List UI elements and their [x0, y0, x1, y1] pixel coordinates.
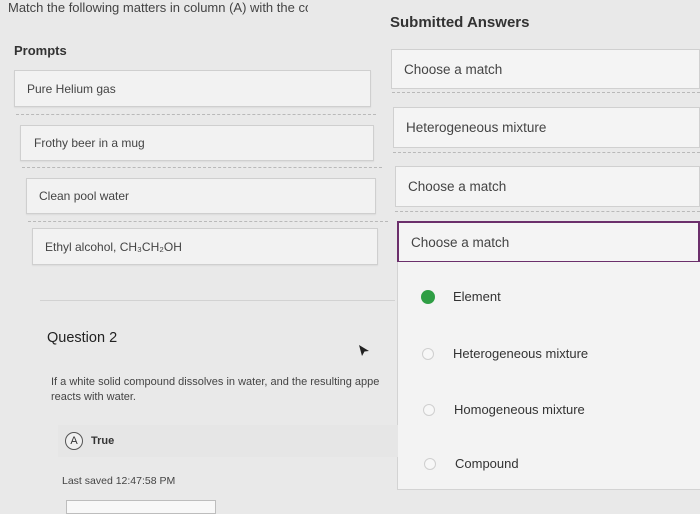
divider: [393, 152, 700, 153]
option-compound[interactable]: Compound: [455, 456, 519, 471]
prompt-label: Pure Helium gas: [27, 81, 116, 96]
prompt-label: Clean pool water: [39, 189, 130, 203]
divider: [392, 92, 700, 93]
prompt-pure-helium: Pure Helium gas: [14, 70, 371, 107]
radio-homogeneous-mixture[interactable]: [423, 404, 435, 416]
question-text: If a white solid compound dissolves in w…: [51, 376, 380, 403]
answer-select-1[interactable]: Choose a match: [391, 49, 700, 89]
prompt-clean-pool-water: Clean pool water: [26, 178, 376, 214]
answer-letter-badge: A: [65, 432, 83, 450]
answer-option-label: True: [91, 435, 115, 447]
answer-select-3[interactable]: Choose a match: [395, 166, 700, 207]
answers-column-title: Submitted Answers: [390, 14, 530, 31]
mouse-cursor-icon: [359, 345, 369, 356]
divider: [40, 300, 395, 301]
divider: [22, 167, 382, 168]
prompt-label: Ethyl alcohol, CH₃CH₂OH: [45, 239, 182, 254]
prompt-frothy-beer: Frothy beer in a mug: [20, 125, 374, 161]
prompt-ethyl-alcohol: Ethyl alcohol, CH₃CH₂OH: [32, 228, 378, 265]
divider: [28, 221, 388, 222]
divider: [16, 114, 376, 115]
option-element[interactable]: Element: [453, 289, 501, 304]
answer-select-label: Heterogeneous mixture: [406, 120, 547, 135]
option-heterogeneous-mixture[interactable]: Heterogeneous mixture: [453, 346, 588, 361]
answer-select-4[interactable]: Choose a match: [397, 221, 700, 263]
answer-select-label: Choose a match: [404, 61, 503, 77]
partial-input-field[interactable]: [66, 500, 216, 514]
option-homogeneous-mixture[interactable]: Homogeneous mixture: [454, 402, 585, 417]
question-title: Question 2: [47, 330, 118, 346]
match-dropdown-menu: [397, 262, 700, 490]
divider: [395, 211, 700, 212]
answer-option-true[interactable]: A True: [58, 425, 398, 457]
last-saved-status: Last saved 12:47:58 PM: [62, 475, 176, 487]
prompts-column-title: Prompts: [14, 43, 67, 58]
radio-element[interactable]: [422, 291, 434, 303]
answer-select-2[interactable]: Heterogeneous mixture: [393, 107, 700, 148]
answer-select-label: Choose a match: [411, 234, 510, 250]
answer-select-label: Choose a match: [408, 179, 507, 194]
radio-heterogeneous-mixture[interactable]: [422, 348, 434, 360]
radio-compound[interactable]: [424, 458, 436, 470]
prompt-label: Frothy beer in a mug: [34, 136, 145, 150]
instructions-text: Match the following matters in column (A…: [8, 0, 308, 15]
